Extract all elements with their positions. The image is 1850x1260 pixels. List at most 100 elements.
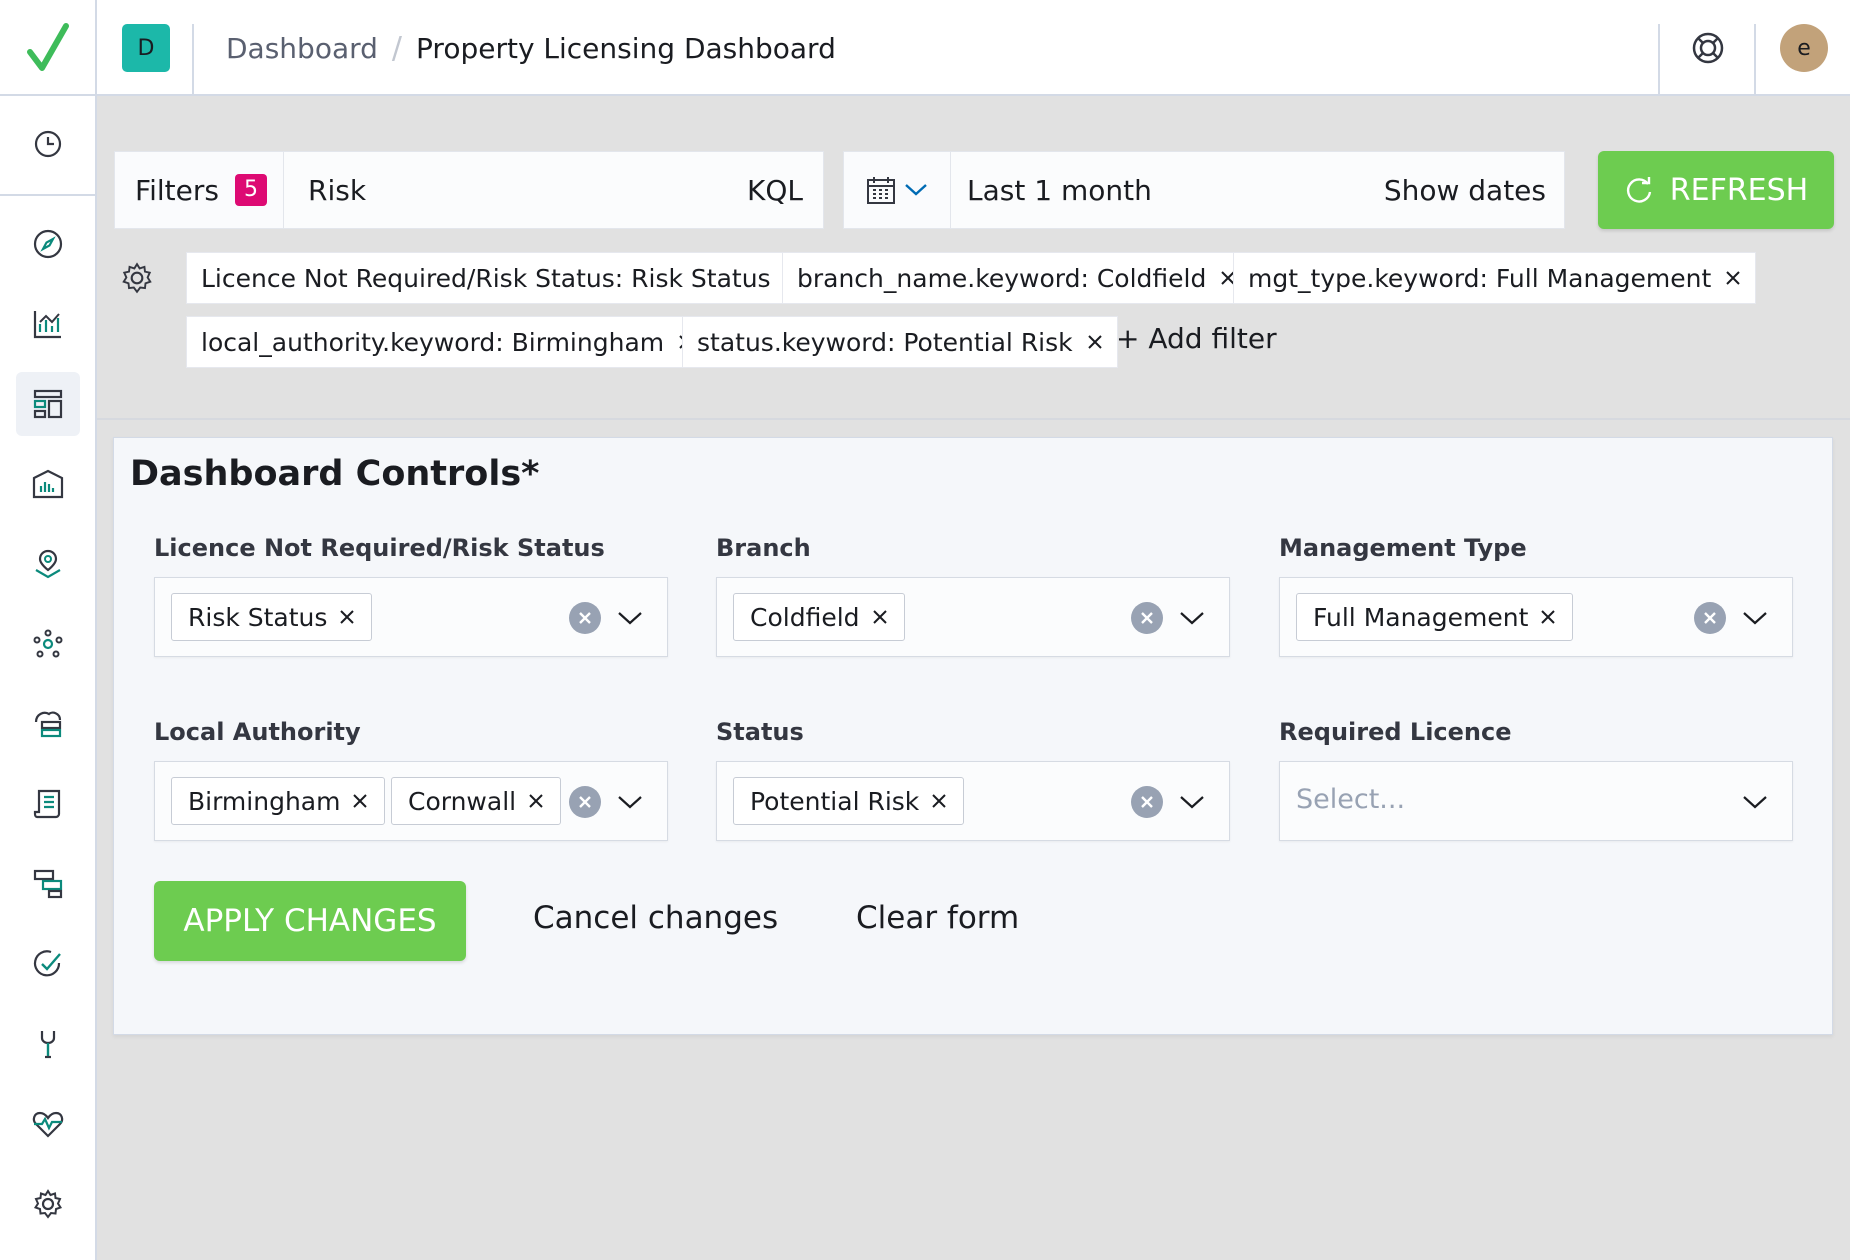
nav-machine-learning[interactable] — [16, 612, 80, 676]
close-icon — [353, 794, 368, 808]
dropdown-toggle[interactable] — [1179, 790, 1205, 814]
selected-chip: Potential Risk — [733, 777, 965, 825]
remove-chip-button[interactable] — [339, 609, 355, 625]
breadcrumb-dashboard-link[interactable]: Dashboard — [226, 32, 378, 65]
chip-label: Cornwall — [408, 786, 517, 816]
refresh-button[interactable]: REFRESH — [1598, 151, 1834, 229]
filters-count-badge: 5 — [234, 174, 267, 206]
combo-box-status[interactable]: Potential Risk — [716, 761, 1230, 841]
compass-icon — [33, 229, 63, 259]
nav-uptime[interactable] — [16, 932, 80, 996]
header-divider — [1658, 24, 1660, 96]
chip-label: Coldfield — [750, 602, 860, 632]
query-bar: Filters 5 Risk KQL — [114, 151, 824, 229]
selected-chip: Risk Status — [171, 593, 373, 641]
clear-form-button[interactable]: Clear form — [856, 900, 1019, 936]
help-button[interactable] — [1688, 28, 1728, 68]
remove-chip-button[interactable] — [352, 793, 368, 809]
filter-pill[interactable]: local_authority.keyword: Birmingham — [186, 316, 710, 368]
refresh-icon — [1626, 177, 1651, 203]
nav-logs[interactable] — [16, 772, 80, 836]
chevron-down-icon — [1743, 796, 1767, 809]
nav-discover[interactable] — [16, 212, 80, 276]
dashboard-controls-panel: Dashboard Controls* Licence Not Required… — [113, 437, 1833, 1035]
filter-pill-label: local_authority.keyword: Birmingham — [201, 327, 665, 357]
close-icon — [1541, 610, 1556, 624]
filters-label: Filters — [135, 173, 219, 207]
nav-dashboard[interactable] — [16, 372, 80, 436]
logs-icon — [33, 789, 61, 819]
combo-placeholder: Select... — [1296, 784, 1406, 815]
filter-pill[interactable]: mgt_type.keyword: Full Management — [1233, 252, 1757, 304]
nav-dev-tools[interactable] — [16, 1012, 80, 1076]
add-filter-button[interactable]: + Add filter — [1116, 322, 1277, 355]
filters-button[interactable]: Filters 5 — [114, 151, 284, 229]
chart-icon — [33, 311, 61, 339]
combo-box-local-authority[interactable]: Birmingham Cornwall — [154, 761, 668, 841]
nav-canvas[interactable] — [16, 452, 80, 516]
gear-icon — [122, 262, 152, 294]
clear-selection-button[interactable] — [1131, 786, 1163, 818]
nav-management[interactable] — [16, 1172, 80, 1236]
combo-box-branch[interactable]: Coldfield — [716, 577, 1230, 657]
remove-filter-button[interactable] — [1725, 270, 1741, 286]
clear-selection-button[interactable] — [569, 602, 601, 634]
page-title: Property Licensing Dashboard — [416, 31, 836, 65]
remove-chip-button[interactable] — [1540, 609, 1556, 625]
chevron-down-icon — [905, 184, 927, 196]
user-avatar[interactable]: e — [1780, 24, 1828, 72]
remove-filter-button[interactable] — [1087, 334, 1103, 350]
filter-pill-label: mgt_type.keyword: Full Management — [1248, 263, 1712, 293]
clear-selection-button[interactable] — [569, 786, 601, 818]
nav-divider — [0, 194, 95, 196]
control-label: Licence Not Required/Risk Status — [154, 534, 605, 562]
filter-settings-button[interactable] — [117, 258, 157, 298]
apply-changes-button[interactable]: APPLY CHANGES — [154, 881, 466, 961]
clear-selection-button[interactable] — [1131, 602, 1163, 634]
date-range-value: Last 1 month — [967, 173, 1152, 207]
filter-pill[interactable]: status.keyword: Potential Risk — [682, 316, 1118, 368]
breadcrumb-separator: / — [391, 30, 403, 66]
chevron-down-icon — [618, 612, 642, 625]
nav-infrastructure[interactable] — [16, 692, 80, 756]
close-icon — [1087, 335, 1102, 349]
combo-box-licence-status[interactable]: Risk Status — [154, 577, 668, 657]
uptime-icon — [33, 950, 61, 977]
show-dates-button[interactable]: Show dates — [1384, 174, 1546, 207]
query-language-button[interactable]: KQL — [747, 174, 803, 207]
dropdown-toggle[interactable] — [617, 606, 643, 630]
nav-visualize[interactable] — [16, 292, 80, 356]
checkmark-logo-icon — [26, 23, 69, 71]
panel-title: Dashboard Controls* — [130, 454, 540, 494]
space-avatar[interactable]: D — [122, 24, 170, 72]
remove-chip-button[interactable] — [931, 793, 947, 809]
dropdown-toggle[interactable] — [617, 790, 643, 814]
app-logo[interactable] — [0, 0, 97, 96]
dropdown-toggle[interactable] — [1742, 606, 1768, 630]
quick-date-menu-button[interactable] — [843, 151, 951, 229]
nav-maps[interactable] — [16, 532, 80, 596]
remove-chip-button[interactable] — [872, 609, 888, 625]
combo-box-required-licence[interactable]: Select... — [1279, 761, 1793, 841]
selected-chip: Cornwall — [391, 777, 562, 825]
nav-apm[interactable] — [16, 852, 80, 916]
nav-recently-viewed[interactable] — [16, 112, 80, 176]
ml-icon — [33, 629, 63, 658]
remove-chip-button[interactable] — [528, 793, 544, 809]
search-input-value: Risk — [308, 173, 367, 207]
filter-pill[interactable]: Licence Not Required/Risk Status: Risk S… — [186, 252, 816, 304]
search-input[interactable]: Risk KQL — [284, 151, 824, 229]
clear-selection-button[interactable] — [1694, 602, 1726, 634]
date-range-display[interactable]: Last 1 month Show dates — [951, 151, 1565, 229]
breadcrumb: Dashboard / Property Licensing Dashboard — [226, 28, 836, 68]
cancel-changes-button[interactable]: Cancel changes — [533, 900, 778, 936]
close-icon — [872, 610, 887, 624]
nav-monitoring[interactable] — [16, 1092, 80, 1156]
canvas-icon — [32, 469, 64, 499]
map-pin-icon — [35, 549, 61, 579]
dropdown-toggle[interactable] — [1742, 790, 1768, 814]
filter-pill[interactable]: branch_name.keyword: Coldfield — [782, 252, 1252, 304]
combo-box-management-type[interactable]: Full Management — [1279, 577, 1793, 657]
dropdown-toggle[interactable] — [1179, 606, 1205, 630]
heartbeat-icon — [32, 1111, 64, 1138]
